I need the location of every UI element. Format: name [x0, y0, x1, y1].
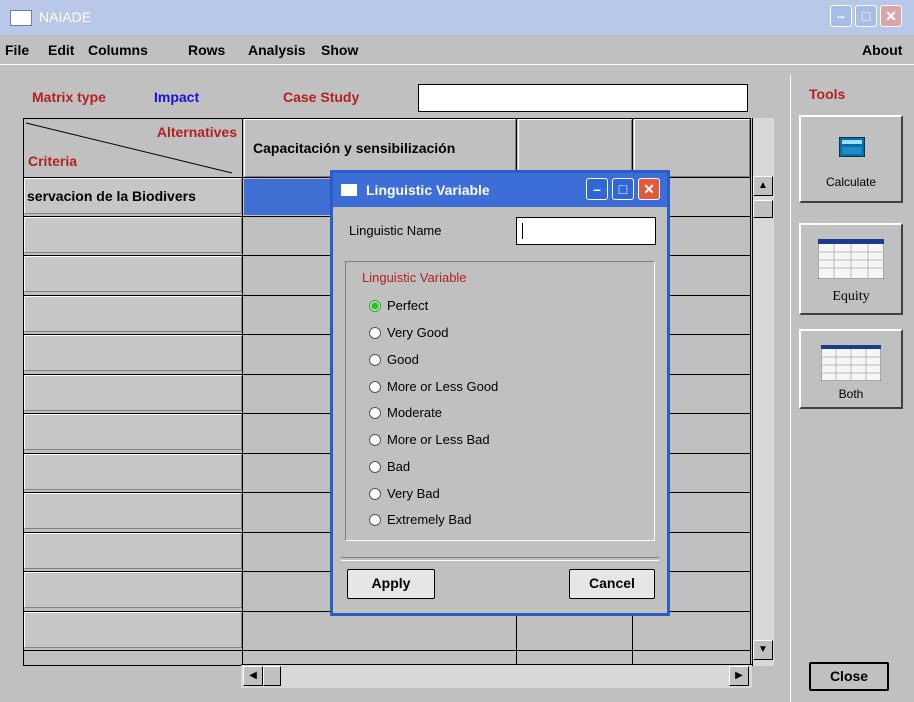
dialog-window-icon	[341, 184, 357, 196]
radio-more-or-less-bad[interactable]: More or Less Bad	[369, 431, 490, 451]
matrix-type-value: Impact	[154, 89, 200, 105]
case-study-input[interactable]	[418, 84, 748, 112]
dialog-maximize-button[interactable]: □	[612, 178, 634, 200]
radio-icon	[369, 353, 381, 366]
row-header[interactable]	[24, 296, 242, 332]
radio-perfect[interactable]: Perfect	[369, 297, 428, 317]
row-header[interactable]	[24, 612, 242, 648]
corner-cell: Alternatives Criteria	[24, 119, 241, 177]
scroll-left-button[interactable]: ◀	[243, 666, 263, 686]
column-header[interactable]	[634, 119, 750, 177]
dialog-minimize-button[interactable]: –	[586, 178, 608, 200]
row-header[interactable]	[24, 454, 242, 490]
calculator-icon	[839, 137, 865, 157]
dialog-title: Linguistic Variable	[366, 182, 490, 198]
dialog-close-button[interactable]: ✕	[638, 178, 660, 200]
row-header[interactable]	[24, 256, 242, 292]
radio-bad[interactable]: Bad	[369, 458, 410, 478]
matrix-type-label: Matrix type	[32, 89, 106, 105]
apply-button[interactable]: Apply	[347, 569, 435, 599]
scroll-right-button[interactable]: ▶	[729, 666, 749, 686]
scroll-down-button[interactable]: ▼	[753, 640, 773, 660]
vertical-scroll-thumb[interactable]	[753, 200, 773, 218]
alternatives-label: Alternatives	[156, 124, 237, 140]
linguistic-name-label: Linguistic Name	[349, 223, 442, 238]
radio-icon	[369, 406, 381, 419]
dialog-divider	[341, 557, 659, 561]
menu-file[interactable]: File	[5, 42, 29, 58]
column-header[interactable]: Capacitación y sensibilización	[244, 119, 516, 177]
menu-bar: File Edit Columns Rows Analysis Show Abo…	[0, 35, 914, 65]
radio-icon	[369, 487, 381, 500]
row-header[interactable]	[24, 572, 242, 608]
close-button[interactable]: Close	[809, 662, 889, 691]
cancel-button[interactable]: Cancel	[569, 569, 655, 599]
radio-icon	[369, 513, 381, 526]
radio-very-bad[interactable]: Very Bad	[369, 485, 440, 505]
row-header[interactable]	[24, 375, 242, 411]
linguistic-name-input[interactable]	[516, 217, 656, 245]
row-header[interactable]	[24, 335, 242, 371]
dialog-title-bar: Linguistic Variable – □ ✕	[333, 173, 667, 207]
menu-columns[interactable]: Columns	[88, 42, 148, 58]
calculate-button[interactable]: Calculate	[799, 115, 903, 203]
both-button[interactable]: Both	[799, 329, 903, 409]
menu-rows[interactable]: Rows	[188, 42, 225, 58]
scroll-up-button[interactable]: ▲	[753, 176, 773, 196]
menu-edit[interactable]: Edit	[48, 42, 74, 58]
case-study-label: Case Study	[283, 89, 360, 105]
table-icon	[818, 239, 884, 279]
radio-very-good[interactable]: Very Good	[369, 324, 448, 344]
horizontal-scroll-thumb[interactable]	[263, 666, 281, 686]
close-window-button[interactable]: ✕	[880, 5, 902, 27]
group-label: Linguistic Variable	[362, 270, 467, 285]
criteria-label: Criteria	[28, 153, 78, 169]
radio-more-or-less-good[interactable]: More or Less Good	[369, 378, 498, 398]
row-header[interactable]	[24, 493, 242, 529]
radio-icon	[369, 380, 381, 393]
radio-good[interactable]: Good	[369, 351, 419, 371]
app-icon	[10, 10, 32, 26]
radio-selected-icon	[369, 299, 381, 312]
tools-panel: Tools Calculate Equity Both Close	[790, 75, 914, 702]
radio-icon	[369, 433, 381, 446]
menu-analysis[interactable]: Analysis	[248, 42, 306, 58]
row-header[interactable]	[24, 414, 242, 450]
vertical-scrollbar[interactable]: ▲ ▼	[752, 118, 774, 666]
row-header[interactable]	[24, 217, 242, 253]
row-header[interactable]: servacion de la Biodivers	[24, 178, 242, 214]
radio-icon	[369, 460, 381, 473]
window-title-bar: NAIADE – □ ✕	[0, 0, 914, 35]
window-title: NAIADE	[39, 9, 92, 25]
equity-button[interactable]: Equity	[799, 223, 903, 315]
text-caret	[522, 223, 523, 239]
tools-title: Tools	[809, 86, 846, 102]
radio-icon	[369, 326, 381, 339]
horizontal-scrollbar[interactable]: ◀ ▶	[241, 664, 752, 688]
radio-extremely-bad[interactable]: Extremely Bad	[369, 511, 472, 531]
row-header[interactable]	[24, 533, 242, 569]
linguistic-variable-dialog: Linguistic Variable – □ ✕ Linguistic Nam…	[330, 170, 670, 616]
table-icon	[821, 345, 881, 381]
menu-about[interactable]: About	[862, 42, 902, 58]
maximize-button[interactable]: □	[855, 5, 877, 27]
radio-moderate[interactable]: Moderate	[369, 404, 442, 424]
menu-show[interactable]: Show	[321, 42, 358, 58]
column-header[interactable]	[518, 119, 632, 177]
minimize-button[interactable]: –	[830, 5, 852, 27]
